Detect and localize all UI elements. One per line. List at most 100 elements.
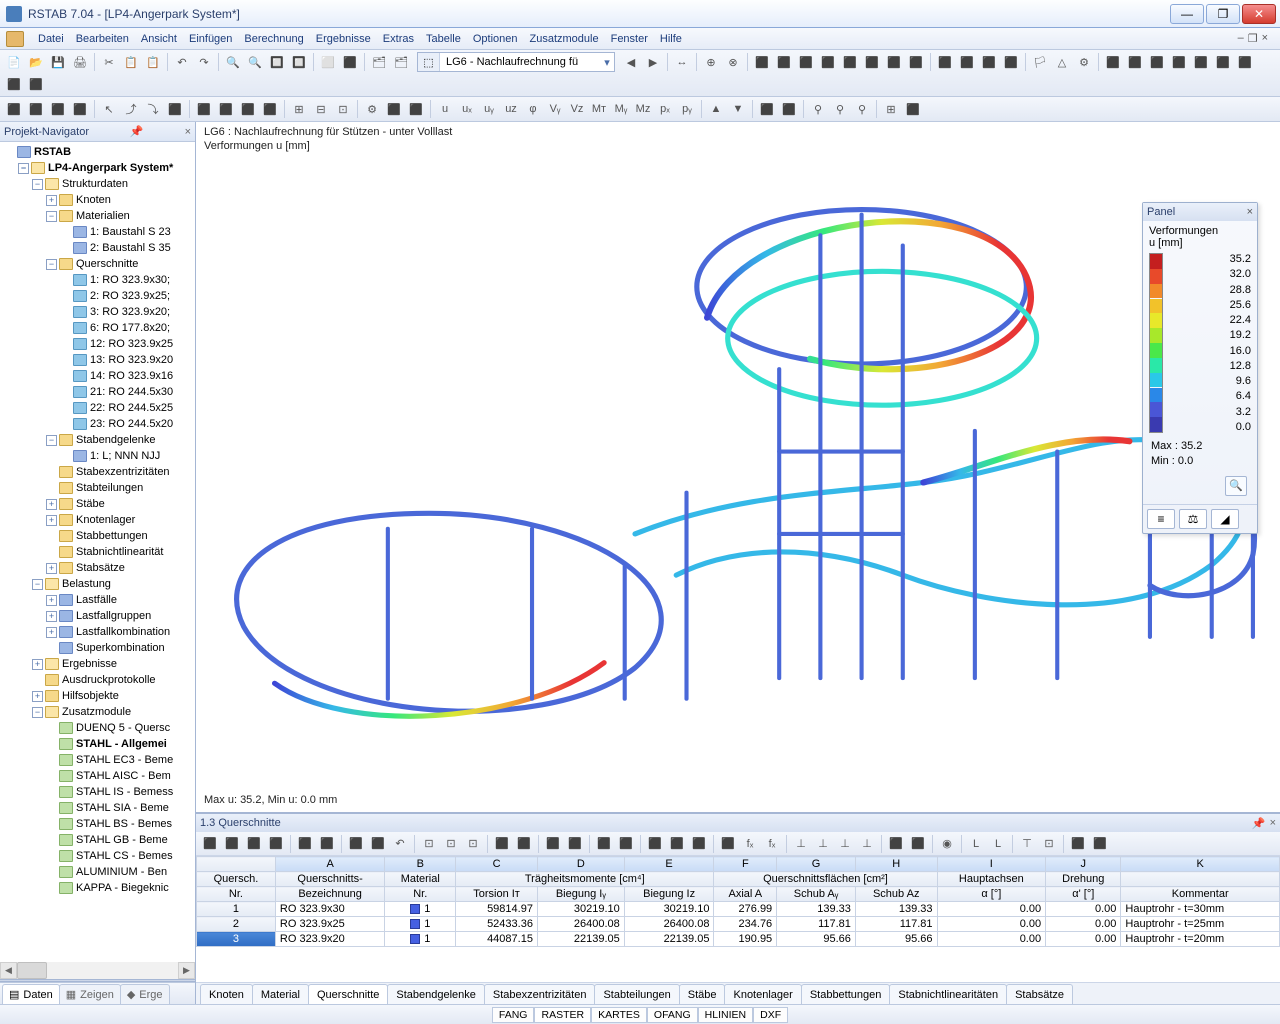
table-tab[interactable]: Stabendgelenke: [387, 984, 485, 1004]
toolbar-button[interactable]: ⬛: [1147, 52, 1167, 72]
toolbar-button[interactable]: ⬛: [752, 52, 772, 72]
tree-item[interactable]: Stabexzentrizitäten: [0, 464, 195, 480]
toolbar-button[interactable]: ⬛: [384, 99, 404, 119]
toolbar-button[interactable]: ⬛: [935, 52, 955, 72]
toolbar-button[interactable]: 📋: [143, 52, 163, 72]
tree-expander[interactable]: −: [46, 211, 57, 222]
table-tab[interactable]: Knotenlager: [724, 984, 801, 1004]
tree-expander[interactable]: +: [46, 595, 57, 606]
table-close-icon[interactable]: ×: [1270, 817, 1276, 830]
header-rot[interactable]: Drehung: [1046, 872, 1121, 887]
toolbar-button[interactable]: ⬛: [238, 99, 258, 119]
toolbar-button[interactable]: Mᴛ: [589, 99, 609, 119]
panel-tab-scale[interactable]: ⚖: [1179, 509, 1207, 529]
panel-title[interactable]: Panel ×: [1143, 203, 1257, 221]
menu-extras[interactable]: Extras: [377, 31, 420, 47]
tree-item[interactable]: −Belastung: [0, 576, 195, 592]
toolbar-button[interactable]: 🖨: [70, 52, 90, 72]
toolbar-button[interactable]: 🔲: [289, 52, 309, 72]
col-header[interactable]: E: [624, 857, 714, 872]
toolbar-button[interactable]: ⤴: [121, 99, 141, 119]
header-k[interactable]: [1121, 872, 1280, 887]
toolbar-button[interactable]: ⬛: [818, 52, 838, 72]
tree-expander[interactable]: −: [46, 435, 57, 446]
toolbar-button[interactable]: uᴢ: [501, 99, 521, 119]
toolbar-button[interactable]: ⊟: [311, 99, 331, 119]
tree-item[interactable]: +Lastfallgruppen: [0, 608, 195, 624]
toolbar-button[interactable]: ▼: [728, 99, 748, 119]
col-header[interactable]: B: [385, 857, 456, 872]
panel-zoom-button[interactable]: 🔍: [1225, 476, 1247, 496]
toolbar-button[interactable]: ⬛: [616, 834, 636, 854]
toolbar-button[interactable]: ⬛: [244, 834, 264, 854]
toolbar-button[interactable]: ⬛: [689, 834, 709, 854]
toolbar-button[interactable]: ⬛: [1068, 834, 1088, 854]
table-tab[interactable]: Stabbettungen: [801, 984, 891, 1004]
toolbar-button[interactable]: ⬛: [1213, 52, 1233, 72]
menu-datei[interactable]: Datei: [32, 31, 70, 47]
toolbar-button[interactable]: φ: [523, 99, 543, 119]
toolbar-button[interactable]: ⬛: [565, 834, 585, 854]
toolbar-button[interactable]: ⬛: [295, 834, 315, 854]
menu-optionen[interactable]: Optionen: [467, 31, 524, 47]
table-tab[interactable]: Stabsätze: [1006, 984, 1073, 1004]
toolbar-button[interactable]: 🔍: [223, 52, 243, 72]
tree-item[interactable]: +Knotenlager: [0, 512, 195, 528]
table-tab[interactable]: Stabnichtlinearitäten: [889, 984, 1007, 1004]
panel-close-icon[interactable]: ×: [1247, 206, 1253, 218]
tree-item[interactable]: +Stabsätze: [0, 560, 195, 576]
toolbar-button[interactable]: ⬛: [222, 834, 242, 854]
toolbar-button[interactable]: ⬛: [1169, 52, 1189, 72]
toolbar-button[interactable]: ⬛: [543, 834, 563, 854]
toolbar-button[interactable]: ▲: [706, 99, 726, 119]
toolbar-button[interactable]: pₓ: [655, 99, 675, 119]
toolbar-button[interactable]: ⬛: [514, 834, 534, 854]
toolbar-button[interactable]: ⬛: [774, 52, 794, 72]
scroll-right-icon[interactable]: ▶: [178, 962, 195, 979]
toolbar-button[interactable]: 🔲: [267, 52, 287, 72]
panel-tab-filter[interactable]: ◢: [1211, 509, 1239, 529]
toolbar-button[interactable]: ⬛: [903, 99, 923, 119]
tree-expander[interactable]: +: [46, 499, 57, 510]
tree-item[interactable]: 1: RO 323.9x30;: [0, 272, 195, 288]
tree-item[interactable]: −Strukturdaten: [0, 176, 195, 192]
tree-item[interactable]: 21: RO 244.5x30: [0, 384, 195, 400]
toolbar-button[interactable]: ◀: [621, 52, 641, 72]
menu-zusatzmodule[interactable]: Zusatzmodule: [524, 31, 605, 47]
toolbar-button[interactable]: Vᴢ: [567, 99, 587, 119]
nav-tab-erge[interactable]: ◆Erge: [120, 984, 170, 1004]
col-header[interactable]: C: [456, 857, 538, 872]
table-tab[interactable]: Querschnitte: [308, 984, 388, 1004]
tree-expander[interactable]: −: [32, 707, 43, 718]
toolbar-button[interactable]: L: [966, 834, 986, 854]
navigator-close-icon[interactable]: ×: [185, 126, 191, 138]
table-tab[interactable]: Stabteilungen: [594, 984, 679, 1004]
toolbar-button[interactable]: fₓ: [740, 834, 760, 854]
toolbar-button[interactable]: ⬛: [266, 834, 286, 854]
table-pin-icon[interactable]: 📌: [1252, 817, 1266, 830]
tree-item[interactable]: 1: L; NNN NJJ: [0, 448, 195, 464]
tree-item[interactable]: −Stabendgelenke: [0, 432, 195, 448]
navigator-tree[interactable]: RSTAB−LP4-Angerpark System*−Strukturdate…: [0, 142, 195, 962]
data-table[interactable]: ABCDEFGHIJKQuersch.Querschnitts-Material…: [196, 856, 1280, 982]
toolbar-button[interactable]: uᵧ: [479, 99, 499, 119]
toolbar-button[interactable]: 💾: [48, 52, 68, 72]
toolbar-button[interactable]: ⬛: [406, 99, 426, 119]
col-header[interactable]: J: [1046, 857, 1121, 872]
tree-item[interactable]: STAHL AISC - Bem: [0, 768, 195, 784]
table-row[interactable]: 1RO 323.9x30159814.9730219.1030219.10276…: [197, 902, 1280, 917]
tree-expander[interactable]: +: [46, 195, 57, 206]
minimize-button[interactable]: —: [1170, 4, 1204, 24]
toolbar-button[interactable]: 🗂: [369, 52, 389, 72]
tree-item[interactable]: 14: RO 323.9x16: [0, 368, 195, 384]
toolbar-button[interactable]: ⬛: [908, 834, 928, 854]
nav-tab-daten[interactable]: ▤Daten: [2, 984, 60, 1004]
tree-item[interactable]: ALUMINIUM - Ben: [0, 864, 195, 880]
toolbar-button[interactable]: L: [988, 834, 1008, 854]
toolbar-button[interactable]: ⬛: [1125, 52, 1145, 72]
tree-item[interactable]: +Ergebnisse: [0, 656, 195, 672]
toolbar-button[interactable]: ⤵: [143, 99, 163, 119]
menu-ergebnisse[interactable]: Ergebnisse: [310, 31, 377, 47]
toolbar-button[interactable]: ⬛: [979, 52, 999, 72]
status-raster[interactable]: RASTER: [534, 1007, 591, 1023]
